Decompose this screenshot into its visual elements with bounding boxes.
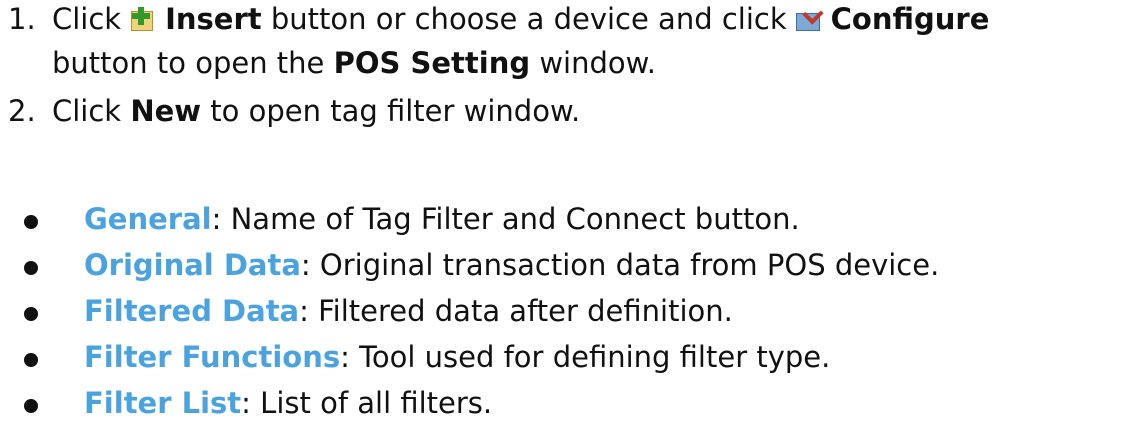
step-text: button to open the bbox=[52, 46, 325, 80]
pos-setting-label: POS Setting bbox=[333, 46, 531, 80]
bullet-icon bbox=[24, 353, 38, 367]
step-1-continuation: button to open the POS Setting window. bbox=[52, 46, 656, 81]
bullet-icon bbox=[24, 399, 38, 413]
step-2: 2. Click New to open tag filter window. bbox=[8, 94, 580, 129]
bullet-desc: : Filtered data after definition. bbox=[299, 294, 733, 328]
bullet-term: Original Data bbox=[84, 248, 301, 282]
insert-label: Insert bbox=[165, 2, 262, 36]
bullet-term: Filtered Data bbox=[84, 294, 300, 328]
step-text: to open tag filter window. bbox=[210, 94, 581, 128]
bullet-icon bbox=[24, 261, 38, 275]
bullet-desc: : Original transaction data from POS dev… bbox=[300, 248, 940, 282]
step-number: 2. bbox=[8, 94, 36, 128]
configure-label: Configure bbox=[830, 2, 990, 36]
bullet-term: Filter Functions bbox=[84, 340, 341, 374]
step-text: Click bbox=[52, 2, 122, 36]
new-label: New bbox=[130, 94, 202, 128]
bullet-icon bbox=[24, 307, 38, 321]
configure-icon bbox=[795, 3, 824, 31]
bullet-desc: : Tool used for defining filter type. bbox=[340, 340, 831, 374]
step-text: button or choose a device and click bbox=[270, 2, 787, 36]
bullet-desc: : Name of Tag Filter and Connect button. bbox=[211, 202, 800, 236]
bullet-term: Filter List bbox=[84, 386, 242, 420]
step-text: Click bbox=[52, 94, 122, 128]
bullet-term: General bbox=[84, 202, 212, 236]
bullet-desc: : List of all filters. bbox=[241, 386, 493, 420]
step-number: 1. bbox=[8, 2, 36, 36]
step-1: 1. Click Insert button or choose a device … bbox=[8, 2, 989, 37]
step-text: window. bbox=[539, 46, 656, 80]
instruction-document: 1. Click Insert button or choose a device … bbox=[0, 0, 1141, 427]
insert-icon bbox=[129, 7, 155, 31]
bullet-icon bbox=[24, 215, 38, 229]
